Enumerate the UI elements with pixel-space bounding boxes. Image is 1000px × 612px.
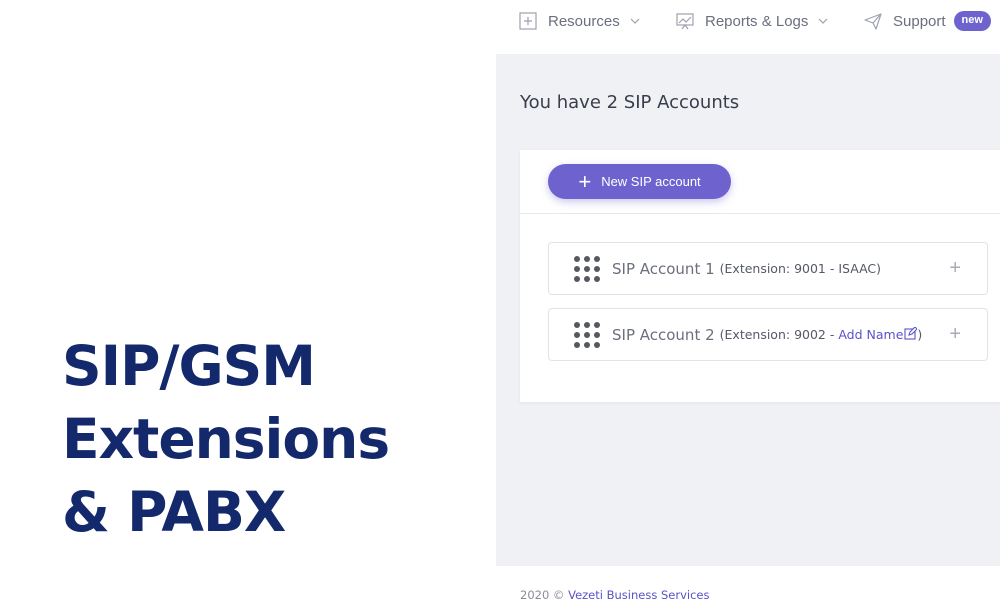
footer-company-link[interactable]: Vezeti Business Services (568, 588, 709, 602)
extension-suffix: ) (917, 327, 923, 342)
chevron-down-icon (630, 16, 640, 26)
edit-icon[interactable] (904, 327, 918, 340)
expand-plus-icon[interactable]: + (949, 257, 961, 279)
hero-line-1: SIP/GSM (62, 334, 316, 398)
extension-text: (Extension: 9002 - (719, 327, 839, 342)
add-name-link[interactable]: Add Name (838, 327, 903, 342)
sip-account-row[interactable]: SIP Account 2 (Extension: 9002 - Add Nam… (548, 308, 988, 361)
top-navigation: Resources Reports & Logs Support new (496, 0, 1000, 54)
new-sip-account-button[interactable]: + New SIP account (548, 164, 731, 199)
nav-resources[interactable]: Resources (519, 0, 640, 42)
paper-plane-icon (864, 12, 882, 30)
extension-text: (Extension: 9001 - ISAAC) (719, 261, 882, 276)
hero-line-2: Extensions (62, 407, 390, 471)
footer: 2020 © Vezeti Business Services (520, 588, 709, 602)
page-title: You have 2 SIP Accounts (520, 92, 740, 113)
expand-plus-icon[interactable]: + (949, 323, 961, 345)
sip-accounts-card: + New SIP account SIP Account 1 (Extensi… (520, 150, 1000, 402)
nav-reports-logs[interactable]: Reports & Logs (676, 0, 828, 42)
main-content: You have 2 SIP Accounts + New SIP accoun… (496, 54, 1000, 566)
nav-support-label: Support (893, 12, 946, 30)
hero-headline: SIP/GSM Extensions & PABX (62, 330, 482, 549)
nav-resources-label: Resources (548, 12, 620, 30)
plus-icon: + (578, 168, 592, 194)
dialpad-icon (573, 321, 601, 349)
plus-square-icon (519, 12, 537, 30)
dialpad-icon (573, 255, 601, 283)
nav-support[interactable]: Support new (864, 0, 991, 42)
chevron-down-icon (818, 16, 828, 26)
new-badge: new (953, 11, 991, 31)
account-extension: (Extension: 9002 - Add Name) (719, 327, 923, 342)
chart-presentation-icon (676, 12, 694, 30)
account-extension: (Extension: 9001 - ISAAC) (720, 261, 881, 276)
account-name: SIP Account 2 (612, 325, 715, 344)
card-header: + New SIP account (520, 150, 1000, 214)
account-name: SIP Account 1 (612, 259, 715, 278)
sip-account-row[interactable]: SIP Account 1 (Extension: 9001 - ISAAC) … (548, 242, 988, 295)
nav-reports-label: Reports & Logs (705, 12, 809, 30)
new-sip-account-label: New SIP account (601, 174, 701, 189)
hero-line-3: & PABX (62, 480, 286, 544)
footer-year: 2020 © (520, 588, 565, 602)
